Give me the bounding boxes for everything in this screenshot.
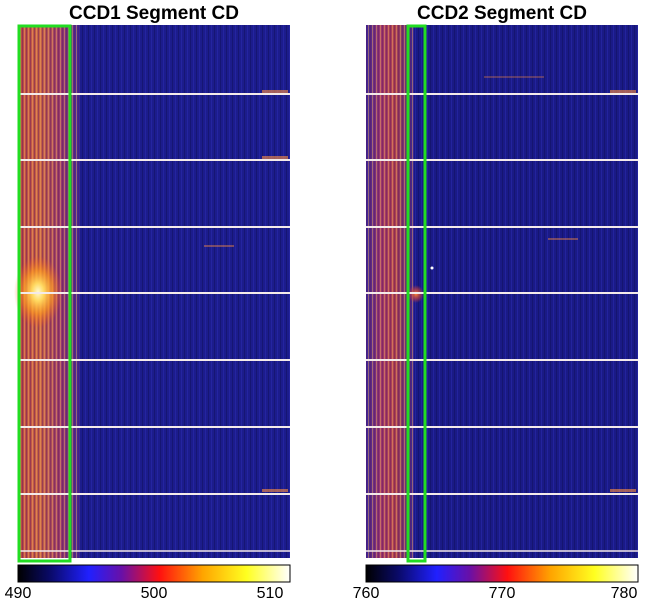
colorbar-2-tick-mid: 770 <box>488 585 516 602</box>
panel-1-image <box>14 25 290 558</box>
colorbar-2-tick-min: 760 <box>352 585 380 602</box>
colorbar-1-tick-min: 490 <box>4 585 32 602</box>
colorbar-1-tick-mid: 500 <box>140 585 168 602</box>
colorbar-1-tick-max: 510 <box>256 585 284 602</box>
colorbar-2-tick-max: 780 <box>610 585 638 602</box>
colorbar-2 <box>365 564 639 583</box>
colorbar-1 <box>17 564 291 583</box>
image-canvas <box>14 24 639 583</box>
